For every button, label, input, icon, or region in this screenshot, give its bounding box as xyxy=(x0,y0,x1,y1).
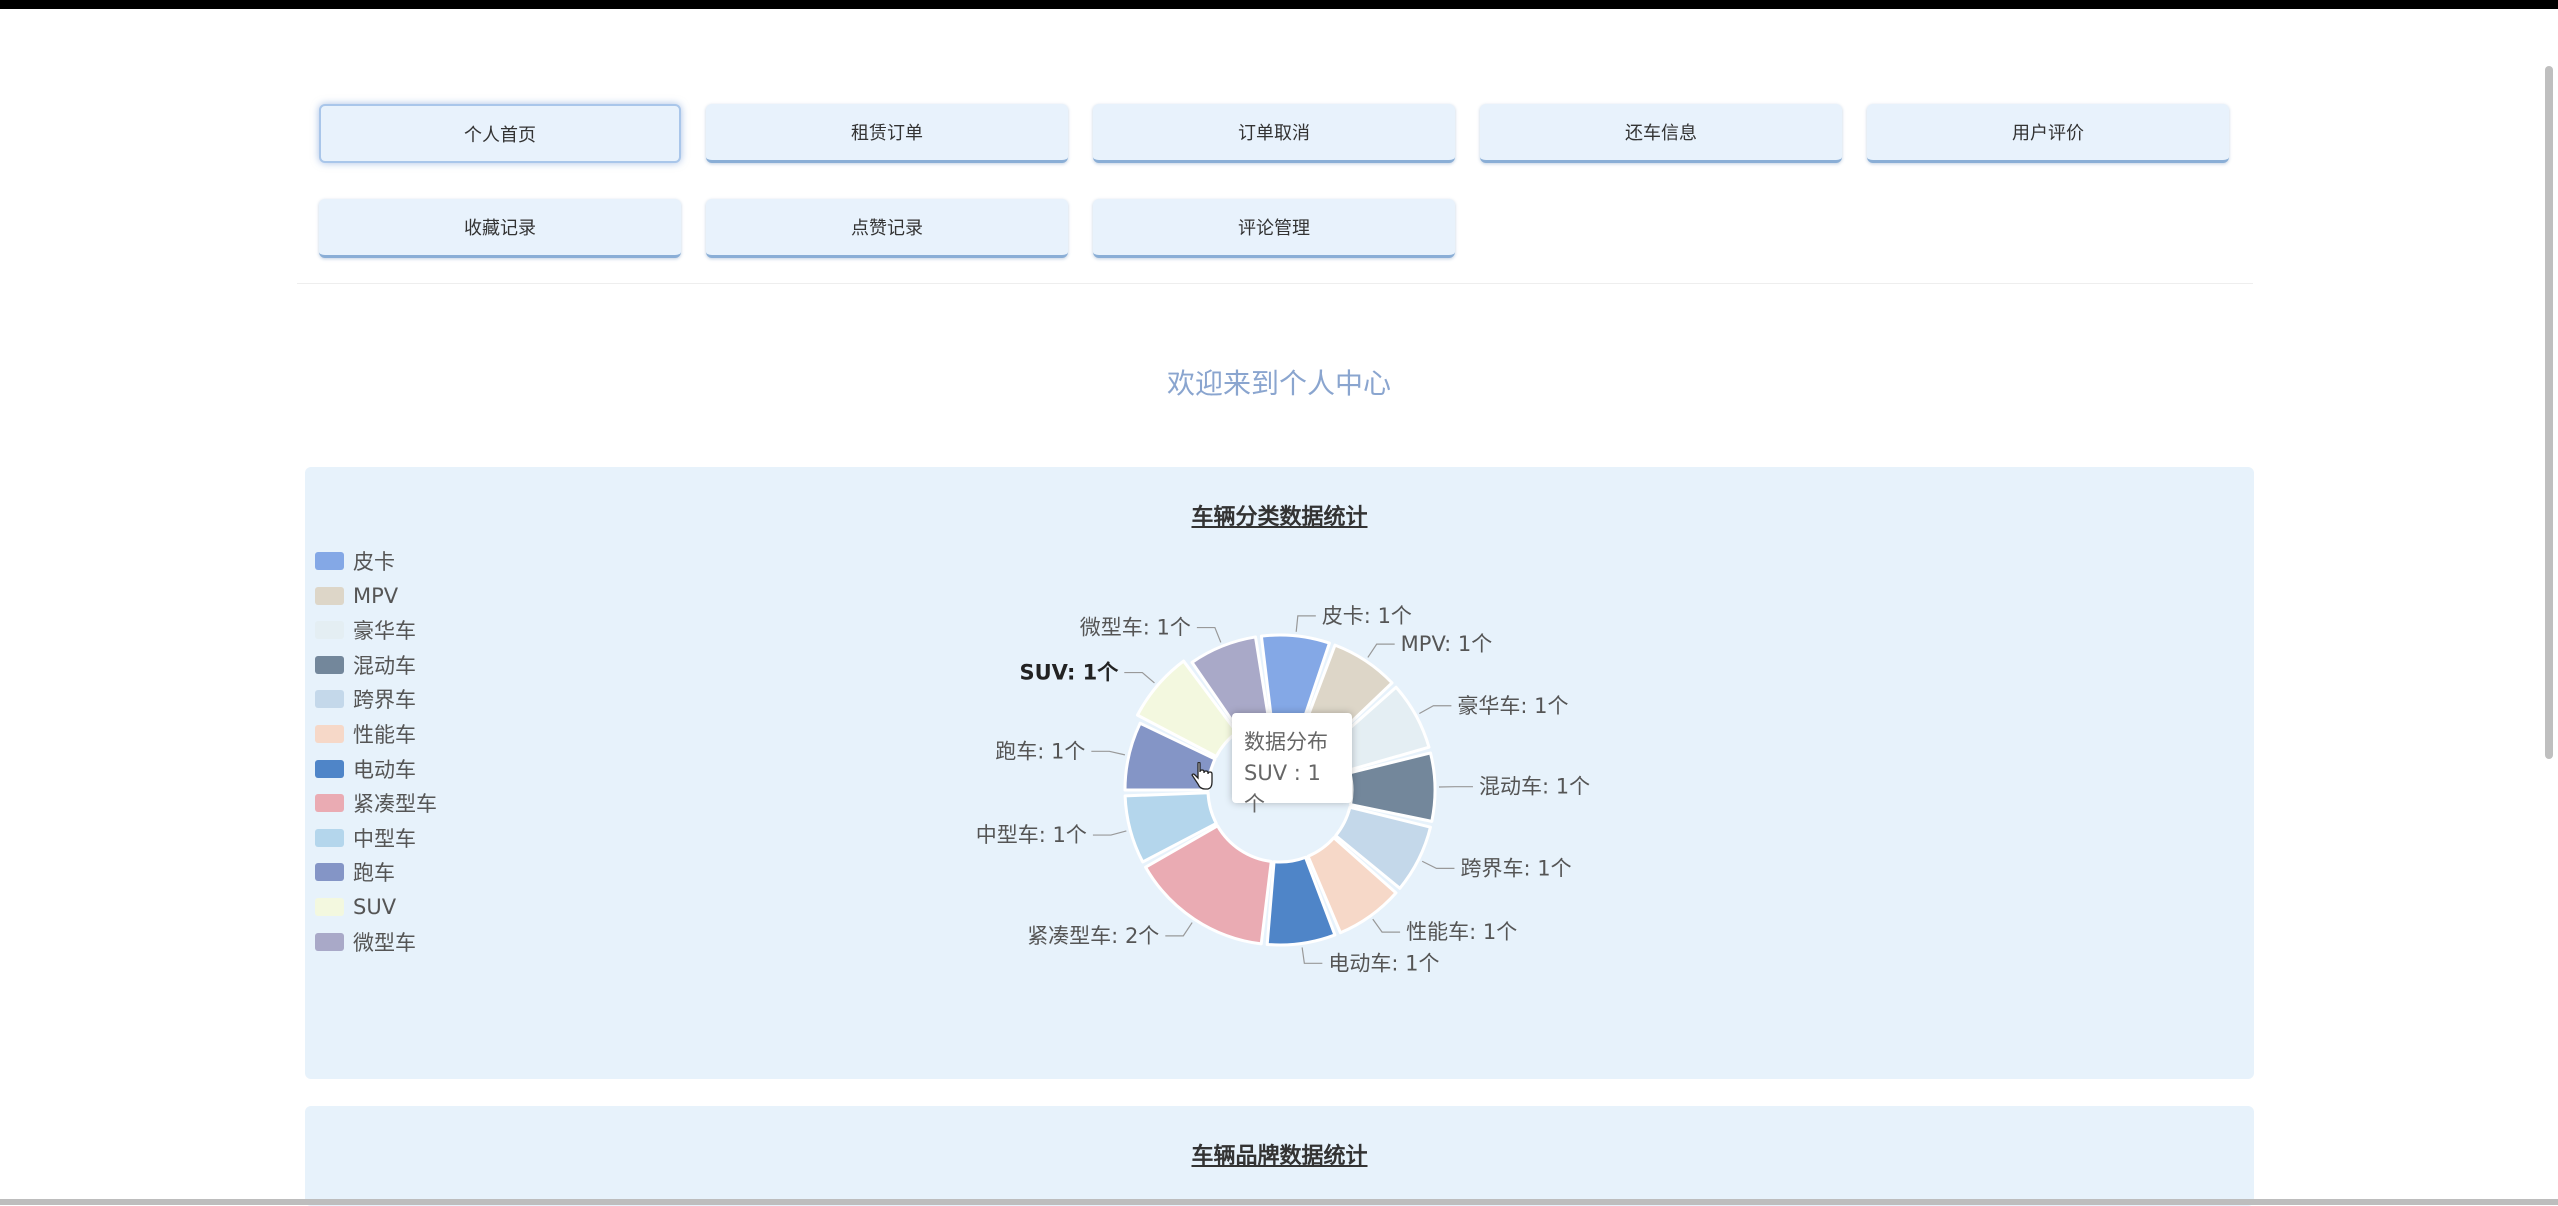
label-line xyxy=(1422,861,1454,868)
slice-label: 电动车: 1个 xyxy=(1328,951,1439,975)
slice-label: 跨界车: 1个 xyxy=(1460,856,1571,880)
slice-label: SUV: 1个 xyxy=(1019,661,1119,685)
label-line xyxy=(1419,706,1451,714)
label-line xyxy=(1368,644,1395,657)
slice-label: 紧凑型车: 2个 xyxy=(1027,924,1159,948)
tooltip-value: SUV : 1个 xyxy=(1244,758,1340,820)
slice-label: 跑车: 1个 xyxy=(995,739,1085,763)
tooltip-title: 数据分布 xyxy=(1244,727,1340,758)
label-line xyxy=(1296,616,1316,632)
label-line xyxy=(1124,673,1154,683)
chart-tooltip: 数据分布 SUV : 1个 xyxy=(1232,713,1352,803)
brand-stats-title: 车辆品牌数据统计 xyxy=(305,1138,2254,1170)
label-line xyxy=(1197,628,1221,643)
label-line xyxy=(1373,919,1400,932)
label-line xyxy=(1165,923,1192,936)
slice-label: 中型车: 1个 xyxy=(976,823,1087,847)
brand-stats-panel: 车辆品牌数据统计 xyxy=(305,1106,2254,1206)
slice-label: 微型车: 1个 xyxy=(1080,616,1191,640)
slice-label: 豪华车: 1个 xyxy=(1457,694,1568,718)
slice-label: 混动车: 1个 xyxy=(1479,775,1590,799)
slice-label: 性能车: 1个 xyxy=(1406,920,1517,944)
category-pie-chart: 皮卡: 1个 MPV: 1个豪华车: 1个混动车: 1个跨界车: 1个性能车: 1… xyxy=(0,0,2558,1205)
vertical-scrollbar[interactable] xyxy=(2545,66,2553,759)
label-line xyxy=(1093,831,1126,835)
hand-cursor-icon xyxy=(1190,762,1214,792)
label-line xyxy=(1302,947,1322,963)
label-line xyxy=(1091,751,1125,755)
slice-label: 皮卡: 1个 xyxy=(1322,604,1412,628)
slice-label: MPV: 1个 xyxy=(1401,632,1493,656)
horizontal-scrollbar[interactable] xyxy=(0,1199,2558,1205)
